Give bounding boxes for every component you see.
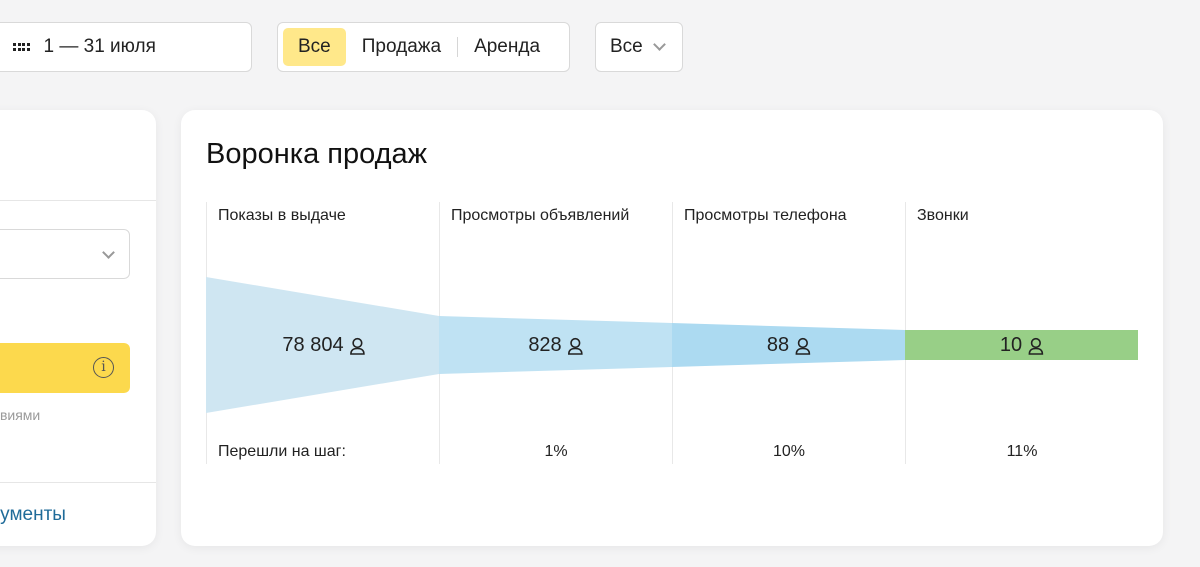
chevron-down-icon	[102, 246, 115, 259]
category-select-value: Все	[610, 36, 643, 57]
date-range-picker[interactable]: 1 — 31 июля	[0, 22, 252, 72]
stage-value-listing-views: 828	[528, 334, 583, 357]
stage-label-listing-views: Просмотры объявлений	[451, 207, 630, 224]
left-panel: i условиями документы	[0, 110, 156, 546]
person-icon	[1028, 337, 1044, 355]
stage-label-phone-views: Просмотры телефона	[684, 207, 847, 224]
deal-type-rent[interactable]: Аренда	[458, 28, 556, 66]
person-icon	[795, 337, 811, 355]
deal-type-sale[interactable]: Продажа	[346, 28, 457, 66]
deal-type-switch: Все Продажа Аренда	[277, 22, 570, 72]
funnel-title: Воронка продаж	[206, 138, 428, 170]
divider	[0, 200, 156, 201]
stage-value-impressions: 78 804	[282, 334, 365, 357]
deal-type-all[interactable]: Все	[283, 28, 346, 66]
stage-value-phone-views: 88	[767, 334, 811, 357]
documents-link[interactable]: документы	[0, 504, 126, 526]
sales-funnel-card: Воронка продаж Показы в выдаче Просмотры…	[181, 110, 1163, 546]
conversion-listing-views: 1%	[544, 443, 568, 460]
chevron-down-icon	[652, 37, 666, 51]
stage-label-calls: Звонки	[917, 207, 969, 224]
date-range-label: 1 — 31 июля	[43, 36, 156, 57]
conversion-label: Перешли на шаг:	[218, 443, 346, 460]
conversion-calls: 11%	[1006, 443, 1038, 460]
left-panel-note: условиями	[0, 407, 41, 423]
left-panel-select[interactable]	[0, 229, 130, 279]
conversion-phone-views: 10%	[772, 443, 806, 460]
calendar-icon	[13, 43, 30, 51]
category-select[interactable]: Все	[595, 22, 683, 72]
person-icon	[568, 337, 583, 355]
person-icon	[350, 337, 365, 355]
stage-value-calls: 10	[1000, 334, 1044, 357]
stage-label-impressions: Показы в выдаче	[218, 207, 346, 224]
left-panel-banner[interactable]: i	[0, 343, 130, 393]
info-icon[interactable]: i	[93, 357, 114, 378]
divider	[0, 482, 156, 483]
